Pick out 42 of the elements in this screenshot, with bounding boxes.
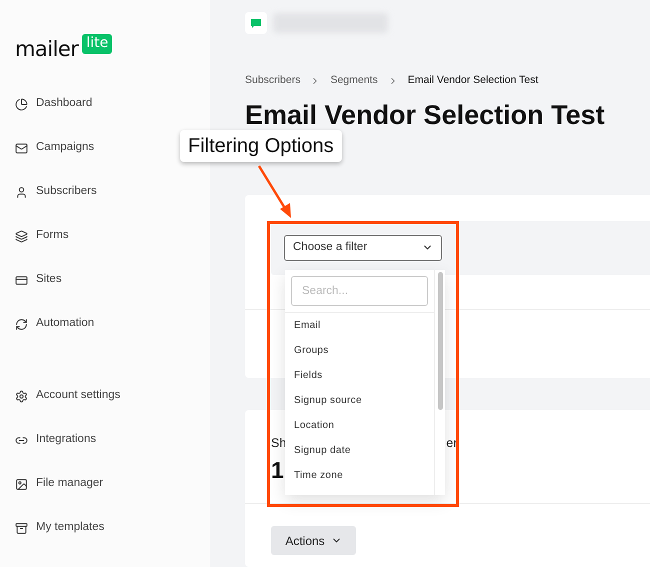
sidebar-item[interactable]: Sites [36, 271, 62, 289]
filter-select[interactable]: Choose a filter [284, 234, 442, 260]
account-avatar[interactable] [245, 12, 267, 34]
image-icon [15, 478, 28, 490]
sidebar-item[interactable]: Automation [36, 315, 94, 333]
envelope-icon [15, 142, 28, 154]
breadcrumb-link[interactable]: Subscribers [245, 73, 300, 89]
filter-option[interactable]: Groups [285, 338, 434, 363]
sidebar-item[interactable]: Subscribers [36, 183, 97, 201]
sidebar-item[interactable]: My templates [36, 519, 104, 537]
filter-option[interactable]: Email [285, 313, 434, 338]
page-title: Email Vendor Selection Test [245, 98, 606, 132]
filter-option[interactable]: Signup source [285, 388, 434, 413]
actions-button[interactable]: Actions [271, 526, 356, 555]
tray-icon [15, 522, 28, 534]
logo-badge: lite [82, 34, 112, 54]
window-icon [15, 274, 28, 286]
sidebar-item[interactable]: Integrations [36, 431, 96, 449]
chat-icon [251, 18, 261, 28]
logo-word: mailer [15, 39, 78, 60]
sidebar-item[interactable]: Campaigns [36, 139, 94, 157]
refresh-icon [15, 318, 28, 330]
breadcrumb-link[interactable]: Segments [330, 73, 378, 89]
layers-icon [15, 230, 28, 242]
search-field[interactable]: Search... [291, 276, 428, 306]
breadcrumb-link[interactable]: Email Vendor Selection Test [408, 73, 538, 89]
arrow [256, 164, 294, 220]
stats-label-end: er [446, 434, 458, 452]
stats-value: 1 [271, 456, 284, 485]
sidebar-item[interactable]: File manager [36, 475, 104, 493]
sidebar-item[interactable]: Dashboard [36, 95, 92, 113]
filter-option[interactable]: Location [285, 413, 434, 438]
filter-option[interactable]: Fields [285, 363, 434, 388]
filter-option[interactable]: Time zone [285, 463, 434, 488]
person-icon [15, 186, 28, 198]
scrollbar[interactable] [434, 270, 445, 495]
pie-chart-icon [15, 98, 28, 110]
sidebar-item[interactable]: Forms [36, 227, 69, 245]
settings-icon [15, 390, 28, 402]
filter-option[interactable]: Signup date [285, 438, 434, 463]
sidebar-item[interactable]: Account settings [36, 387, 120, 405]
callout-label: Filtering Options [180, 130, 342, 162]
